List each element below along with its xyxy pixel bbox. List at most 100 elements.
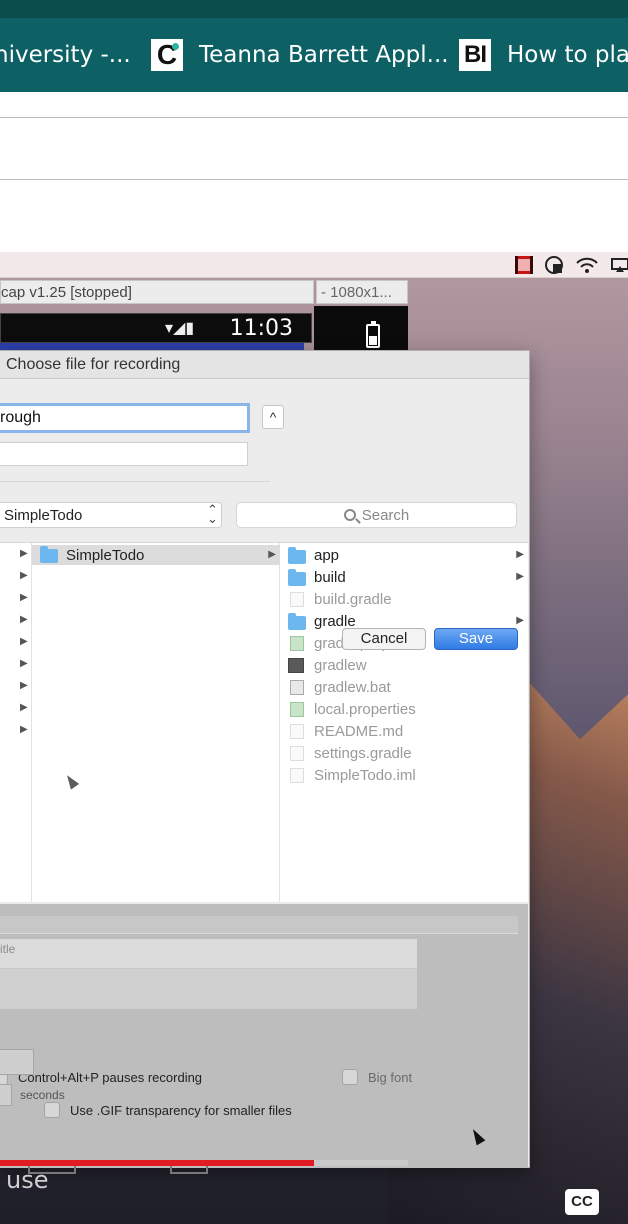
battery-icon — [366, 321, 380, 348]
disclosure-arrow-icon[interactable]: ▶ — [20, 614, 28, 625]
tags-field[interactable] — [0, 442, 248, 466]
dialog-title: Choose file for recording — [0, 351, 529, 379]
licecap-options-panel: itle Control+Alt+P pauses recording Big … — [0, 904, 528, 1168]
bat-file-icon — [290, 680, 304, 695]
file-icon — [290, 724, 304, 739]
file-browser-column-1: ▶ ▶ ▶ ▶ ▶ ▶ ▶ ▶ ▶ — [0, 543, 32, 902]
caption-box — [170, 1166, 208, 1174]
search-input[interactable]: Search — [236, 502, 517, 528]
disclosure-arrow-icon[interactable]: ▶ — [20, 702, 28, 713]
disclosure-arrow-icon[interactable]: ▶ — [20, 724, 28, 735]
file-name: SimpleTodo.iml — [314, 767, 416, 784]
folder-icon — [40, 546, 58, 563]
save-dialog: Choose file for recording rough ^ Simple… — [0, 350, 530, 1168]
location-select[interactable]: SimpleTodo ⌃ ⌄ — [0, 502, 222, 528]
file-name: README.md — [314, 723, 404, 740]
airplay-icon[interactable] — [610, 255, 628, 275]
emulator-window-title: - 1080x1... — [316, 280, 408, 304]
page-blank-area — [0, 180, 628, 252]
disclosure-arrow-icon[interactable]: ▶ — [20, 592, 28, 603]
disclosure-arrow-icon[interactable]: ▶ — [20, 548, 28, 559]
list-item[interactable]: build.gradle — [282, 589, 528, 611]
file-browser-column-2: SimpleTodo ▶ — [32, 543, 280, 902]
chevron-updown-icon: ⌃ ⌄ — [207, 502, 218, 526]
browser-toolbar-row — [0, 92, 628, 118]
disclosure-arrow-icon[interactable]: ▶ — [20, 658, 28, 669]
licecap-record-icon[interactable] — [514, 255, 534, 275]
disclosure-arrow-icon: ▶ — [516, 615, 524, 626]
folder-icon — [288, 613, 306, 630]
file-name: local.properties — [314, 701, 416, 718]
closed-captions-button[interactable]: CC — [565, 1189, 599, 1215]
file-icon — [290, 746, 304, 761]
list-item[interactable]: build ▶ — [282, 567, 528, 589]
tab-label: Teanna Barrett Appl... — [199, 42, 449, 68]
disclosure-arrow-icon: ▶ — [516, 571, 524, 582]
disclosure-arrow-icon: ▶ — [516, 549, 524, 560]
seconds-label: seconds — [20, 1088, 65, 1102]
c-logo-icon: C — [151, 39, 183, 71]
browser-top-band — [0, 0, 628, 18]
file-name: build — [314, 569, 346, 586]
screencast-icon[interactable] — [543, 255, 565, 275]
file-icon — [290, 592, 304, 607]
big-font-row[interactable]: Big font — [342, 1069, 412, 1085]
browser-tab-strip: niversity -... C Teanna Barrett Appl... … — [0, 18, 628, 92]
fps-input[interactable] — [0, 1049, 34, 1075]
file-name: app — [314, 547, 340, 564]
file-name: settings.gradle — [314, 745, 412, 762]
save-button[interactable]: Save — [434, 628, 518, 650]
save-as-field[interactable]: rough — [0, 403, 250, 433]
search-icon — [343, 509, 356, 521]
list-item[interactable]: gradlew.bat — [282, 677, 528, 699]
file-name: build.gradle — [314, 591, 392, 608]
file-name: gradlew — [314, 657, 367, 674]
video-player[interactable]: cap v1.25 [stopped] - 1080x1... ▾◢▮ 11:0… — [0, 252, 628, 1224]
mac-menu-bar — [0, 252, 628, 278]
title-field[interactable]: itle — [0, 939, 417, 969]
android-status-bar: ▾◢▮ 11:03 — [0, 313, 312, 343]
expand-dialog-button[interactable]: ^ — [262, 405, 284, 429]
bi-logo-icon: BI — [459, 39, 491, 71]
file-icon — [290, 768, 304, 783]
signal-icon: ▾◢▮ — [165, 320, 195, 337]
tab-teanna-barrett[interactable]: C Teanna Barrett Appl... — [151, 18, 449, 92]
list-item[interactable]: gradlew — [282, 655, 528, 677]
emulator-toolbar — [314, 306, 408, 354]
licecap-window-title: cap v1.25 [stopped] — [0, 280, 314, 304]
list-item-simpletodo[interactable]: SimpleTodo ▶ — [32, 545, 280, 565]
file-name: gradlew.bat — [314, 679, 391, 696]
tab-label: niversity -... — [0, 42, 131, 68]
wifi-icon[interactable] — [574, 255, 600, 275]
list-item[interactable]: SimpleTodo.iml — [282, 765, 528, 787]
list-item[interactable]: settings.gradle — [282, 743, 528, 765]
video-overlay-text: use — [6, 1166, 49, 1194]
gif-transparency-row[interactable]: Use .GIF transparency for smaller files — [44, 1102, 292, 1118]
page-header-row — [0, 118, 628, 180]
list-item[interactable]: README.md — [282, 721, 528, 743]
file-browser: ▶ ▶ ▶ ▶ ▶ ▶ ▶ ▶ ▶ SimpleTodo ▶ app ▶ bui… — [0, 542, 528, 902]
file-browser-column-3: app▶build▶build.gradlegradle▶gradle.prop… — [282, 543, 528, 902]
properties-file-icon — [290, 702, 304, 717]
properties-file-icon — [290, 636, 304, 651]
gif-transparency-checkbox[interactable] — [44, 1102, 60, 1118]
cancel-button[interactable]: Cancel — [342, 628, 426, 650]
screen: niversity -... C Teanna Barrett Appl... … — [0, 0, 628, 1224]
disclosure-arrow-icon[interactable]: ▶ — [20, 636, 28, 647]
disclosure-arrow-icon[interactable]: ▶ — [20, 680, 28, 691]
big-font-checkbox[interactable] — [342, 1069, 358, 1085]
exec-file-icon — [288, 658, 304, 673]
list-item[interactable]: app ▶ — [282, 545, 528, 567]
disclosure-arrow-icon[interactable]: ▶ — [20, 570, 28, 581]
android-clock: 11:03 — [229, 316, 293, 341]
disclosure-arrow-icon: ▶ — [268, 549, 276, 560]
tab-university[interactable]: niversity -... — [0, 18, 131, 92]
tab-how-to-play[interactable]: BI How to play — [459, 18, 628, 92]
seconds-input[interactable] — [0, 1084, 12, 1106]
options-separator — [0, 916, 518, 934]
folder-icon — [288, 547, 306, 564]
tab-label: How to play — [507, 42, 628, 68]
title-field-area — [0, 969, 417, 1009]
list-item[interactable]: local.properties — [282, 699, 528, 721]
divider — [0, 481, 270, 482]
